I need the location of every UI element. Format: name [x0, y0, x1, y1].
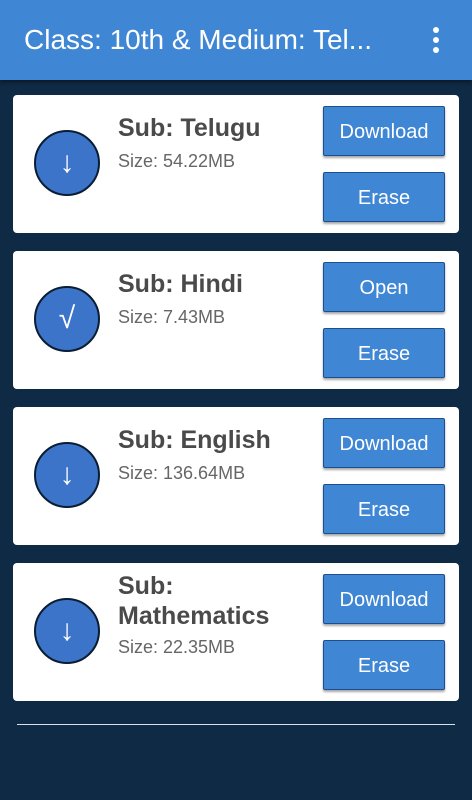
subject-size: Size: 22.35MB [118, 637, 236, 657]
subject-size: Size: 7.43MB [118, 307, 226, 327]
subject-name: Sub: Hindi [118, 270, 243, 298]
subject-card-telugu: ↓ Sub: Telugu Size: 54.22MB Download Era… [13, 95, 459, 233]
download-arrow-icon: ↓ [34, 442, 100, 508]
erase-button[interactable]: Erase [323, 484, 445, 534]
download-button[interactable]: Download [323, 106, 445, 156]
erase-button[interactable]: Erase [323, 640, 445, 690]
subject-card-hindi: √ Sub: Hindi Size: 7.43MB Open Erase [13, 251, 459, 389]
subject-list: ↓ Sub: Telugu Size: 54.22MB Download Era… [13, 95, 459, 719]
more-vert-icon[interactable] [418, 20, 454, 60]
subject-card-mathematics: ↓ Sub: Mathematics Size: 22.35MB Downloa… [13, 563, 459, 701]
check-icon: √ [34, 286, 100, 352]
erase-button[interactable]: Erase [323, 172, 445, 222]
subject-size: Size: 54.22MB [118, 151, 236, 171]
open-button[interactable]: Open [323, 262, 445, 312]
subject-name: Sub: English [118, 426, 271, 454]
erase-button[interactable]: Erase [323, 328, 445, 378]
list-divider [17, 724, 455, 725]
app-bar: Class: 10th & Medium: Tel... [0, 0, 472, 80]
subject-name: Sub: Mathematics [118, 572, 270, 630]
subject-name: Sub: Telugu [118, 114, 261, 142]
download-arrow-icon: ↓ [34, 598, 100, 664]
download-arrow-icon: ↓ [34, 130, 100, 196]
download-button[interactable]: Download [323, 574, 445, 624]
page-title: Class: 10th & Medium: Tel... [24, 24, 373, 55]
subject-card-english: ↓ Sub: English Size: 136.64MB Download E… [13, 407, 459, 545]
subject-size: Size: 136.64MB [118, 463, 246, 483]
download-button[interactable]: Download [323, 418, 445, 468]
